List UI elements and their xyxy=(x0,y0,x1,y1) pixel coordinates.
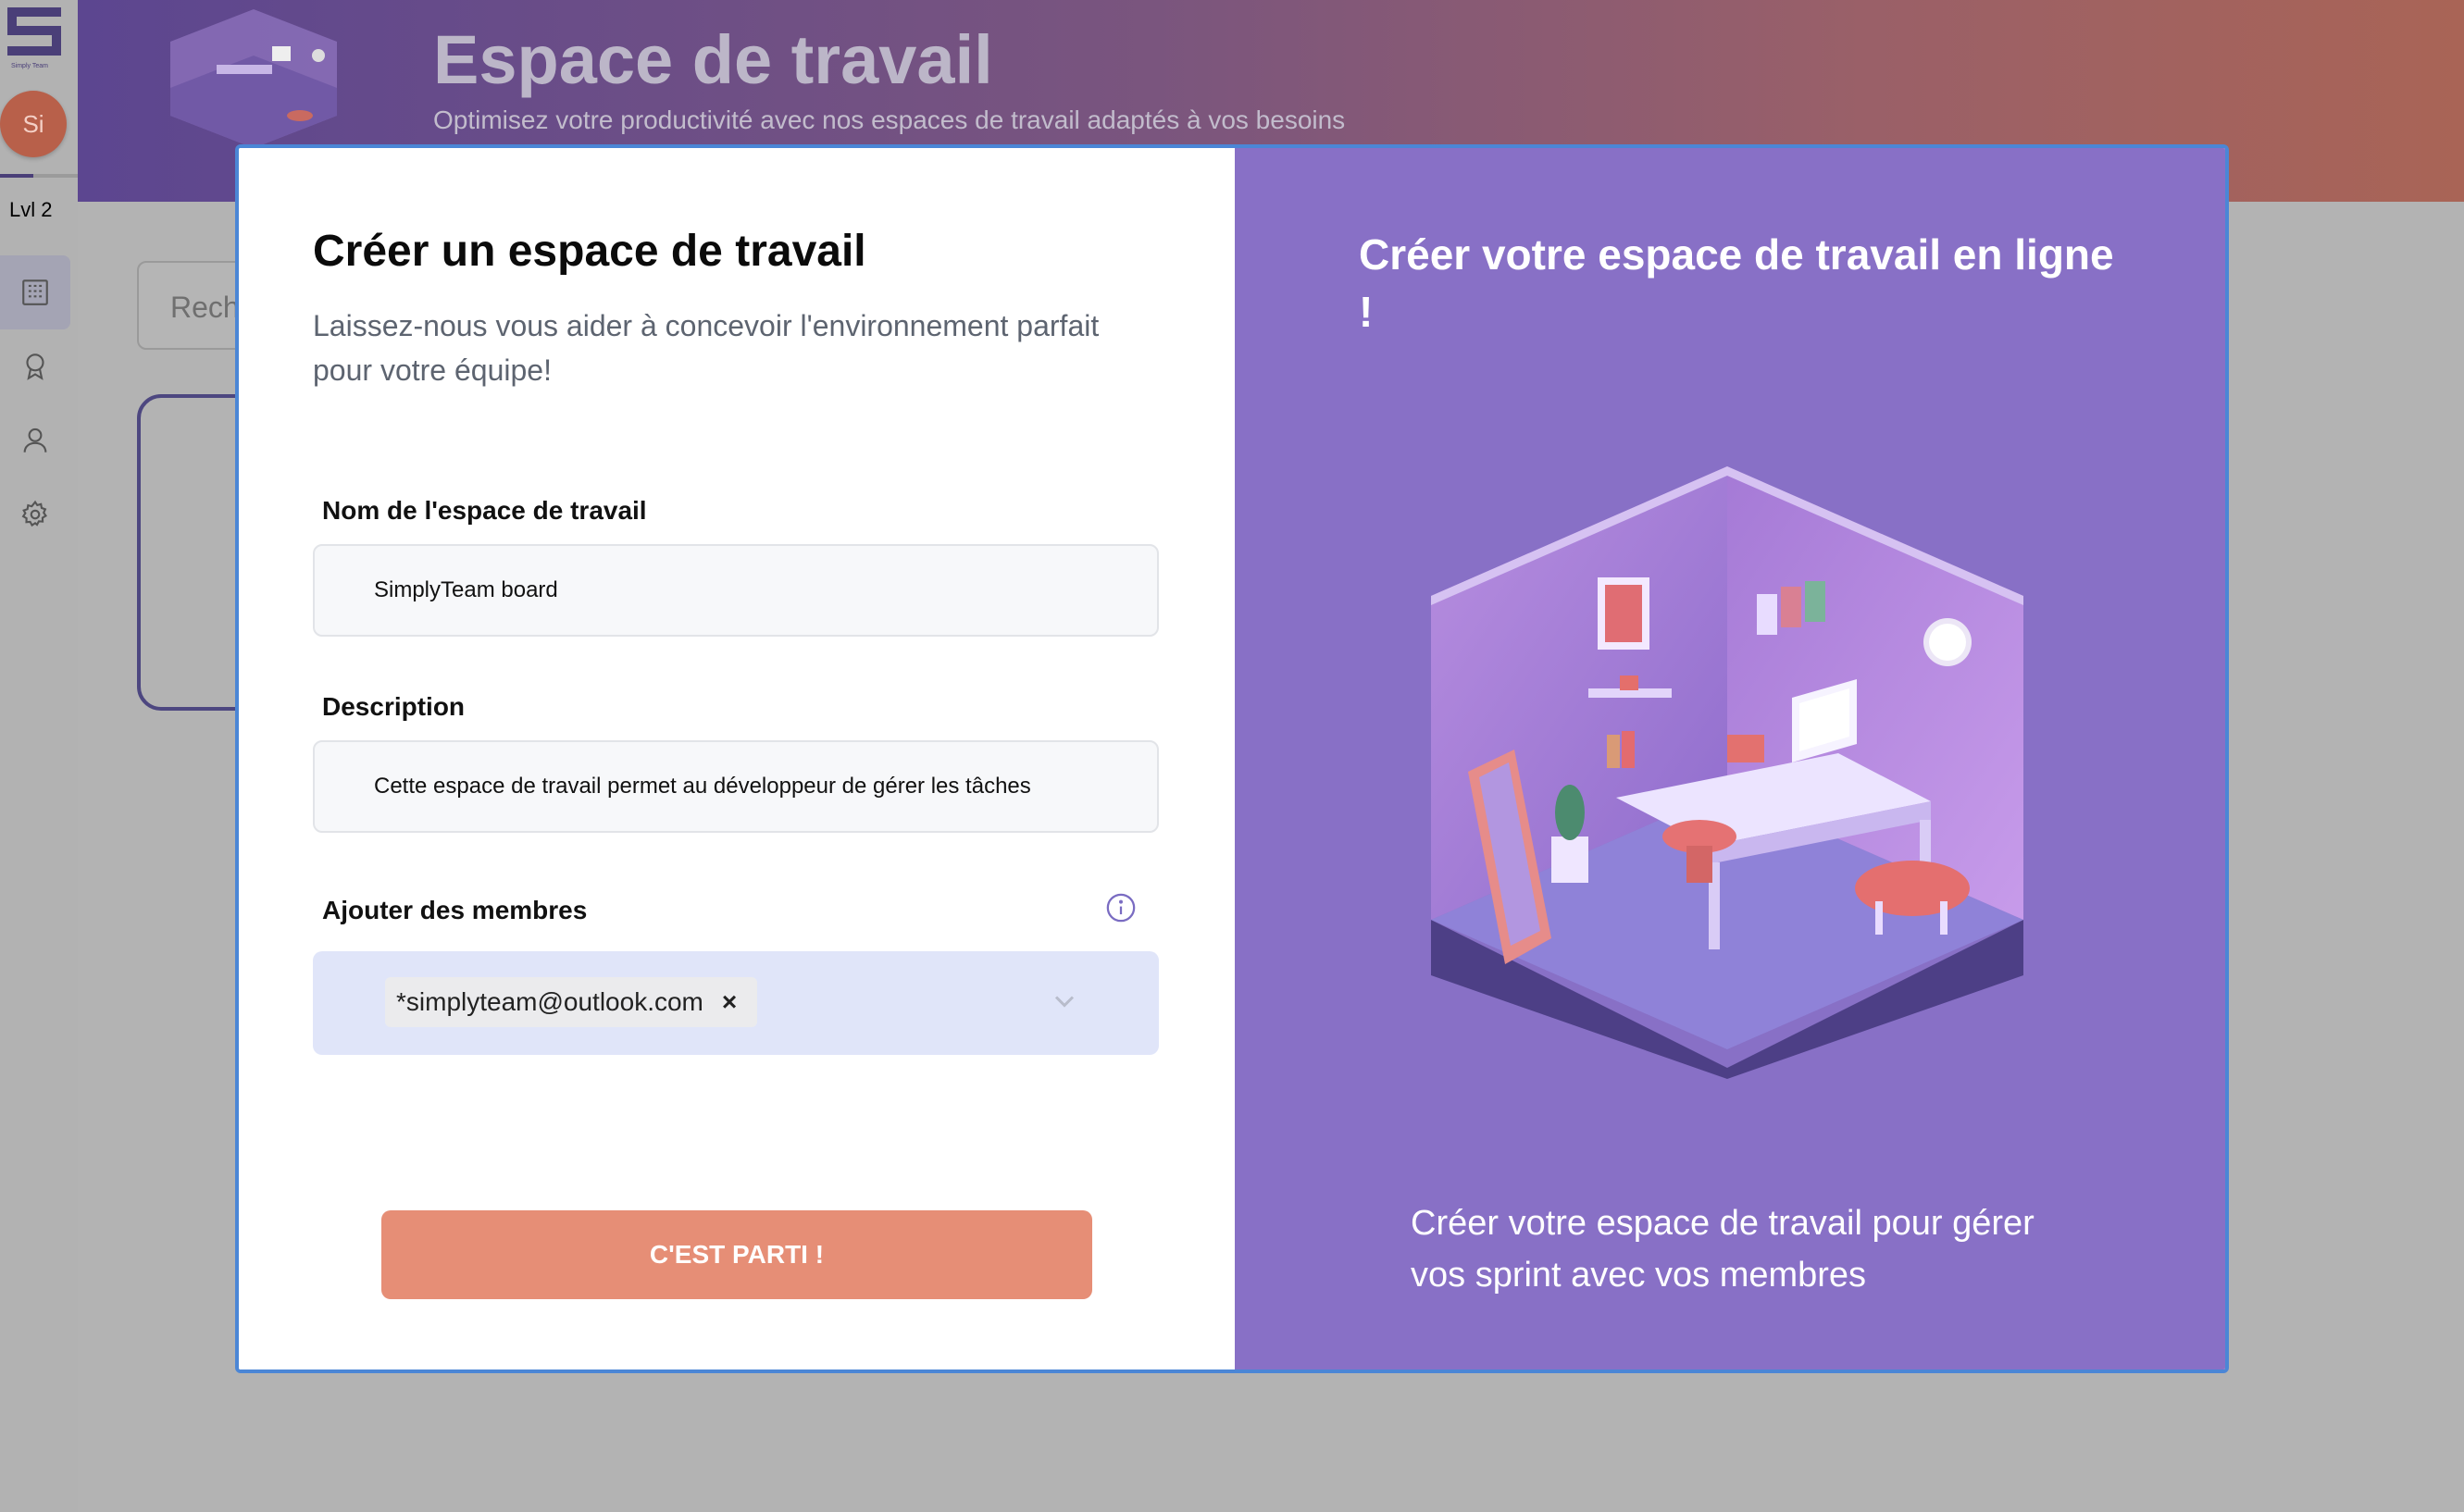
avatar[interactable]: Si xyxy=(0,91,67,157)
level-label: Lvl 2 xyxy=(9,198,53,221)
members-select[interactable]: *simplyteam@outlook.com × xyxy=(313,951,1159,1055)
user-icon xyxy=(23,428,47,452)
logo-caption: Simply Team xyxy=(11,63,48,69)
description-label: Description xyxy=(322,692,466,721)
remove-member-icon[interactable]: × xyxy=(722,987,737,1017)
description-input[interactable] xyxy=(313,740,1159,833)
member-email: *simplyteam@outlook.com xyxy=(396,987,703,1016)
modal-title: Créer un espace de travail xyxy=(313,227,866,276)
illustration-caption: Créer votre espace de travail pour gérer… xyxy=(1411,1204,2035,1295)
workspace-illustration xyxy=(170,9,337,148)
workspace-room-illustration xyxy=(1431,466,2023,1079)
workspace-name-input[interactable] xyxy=(313,544,1159,637)
illustration-title: Créer votre espace de travail en ligne ! xyxy=(1359,230,2114,336)
award-icon xyxy=(26,353,44,380)
chevron-down-icon[interactable] xyxy=(1048,985,1081,1018)
members-label: Ajouter des membres xyxy=(322,896,588,924)
member-chip: *simplyteam@outlook.com × xyxy=(385,977,758,1027)
sidebar-item-profile[interactable] xyxy=(0,403,70,477)
sidebar: Simply Team Si Lvl 2 xyxy=(0,0,78,1512)
building-icon xyxy=(22,279,48,305)
modal-form-panel: Créer un espace de travail Laissez-nous … xyxy=(239,148,1235,1369)
page-subtitle: Optimisez votre productivité avec nos es… xyxy=(433,105,1346,134)
sidebar-item-settings[interactable] xyxy=(0,477,70,552)
modal-subtitle: Laissez-nous vous aider à concevoir l'en… xyxy=(313,309,1100,387)
sidebar-item-achievements[interactable] xyxy=(0,329,70,403)
info-icon[interactable] xyxy=(1105,892,1137,923)
simplyteam-logo[interactable]: Simply Team xyxy=(7,4,63,70)
level-progress-bar xyxy=(0,174,78,178)
modal-illustration-panel: Créer votre espace de travail en ligne ! xyxy=(1235,148,2225,1369)
page-title: Espace de travail xyxy=(433,21,993,98)
gear-icon xyxy=(21,500,47,527)
create-workspace-modal: Créer un espace de travail Laissez-nous … xyxy=(235,144,2229,1373)
submit-button[interactable]: C'EST PARTI ! xyxy=(381,1210,1092,1299)
sidebar-item-workspaces[interactable] xyxy=(0,255,70,329)
name-label: Nom de l'espace de travail xyxy=(322,496,647,525)
